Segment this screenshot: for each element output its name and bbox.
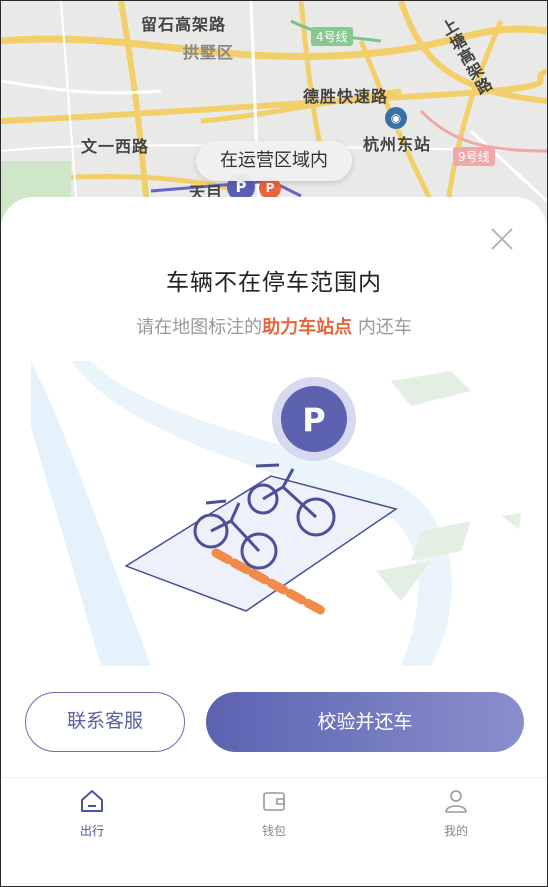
verify-return-button[interactable]: 校验并还车 bbox=[206, 692, 524, 752]
tab-travel[interactable]: 出行 bbox=[52, 788, 132, 839]
parking-illustration: P bbox=[31, 361, 521, 666]
tab-wallet[interactable]: 钱包 bbox=[234, 788, 314, 839]
map-metro-line4: 4号线 bbox=[311, 27, 353, 46]
tab-label-me: 我的 bbox=[443, 824, 468, 838]
user-icon bbox=[445, 790, 467, 813]
app-screen: 留石高架路 拱墅区 4号线 德胜快速路 上塘高架路 文一西路 ◉ 杭州东站 9号… bbox=[0, 0, 548, 887]
map-label-gongshu: 拱墅区 bbox=[183, 43, 235, 62]
sheet-title: 车辆不在停车范围内 bbox=[166, 270, 382, 296]
map-label-wenyi: 文一西路 bbox=[81, 137, 150, 156]
in-zone-badge: 在运营区域内 bbox=[196, 141, 352, 181]
map-label-desheng: 德胜快速路 bbox=[303, 87, 389, 106]
map-label-hangzhoudong: 杭州东站 bbox=[363, 135, 432, 154]
wallet-icon bbox=[263, 792, 285, 811]
sheet-subtitle: 请在地图标注的助力车站点 内还车 bbox=[1, 313, 547, 339]
subtitle-suffix: 内还车 bbox=[352, 317, 412, 338]
tab-label-travel: 出行 bbox=[79, 824, 104, 838]
tab-me[interactable]: 我的 bbox=[416, 788, 496, 839]
subtitle-prefix: 请在地图标注的 bbox=[136, 317, 263, 338]
map-metro-line9: 9号线 bbox=[453, 147, 495, 166]
home-icon bbox=[81, 790, 103, 812]
contact-support-button[interactable]: 联系客服 bbox=[25, 692, 185, 752]
metro-station-icon: ◉ bbox=[385, 107, 407, 129]
subtitle-highlight: 助力车站点 bbox=[262, 317, 353, 338]
tab-label-wallet: 钱包 bbox=[261, 824, 286, 838]
map-label-liushi: 留石高架路 bbox=[141, 15, 227, 34]
close-icon[interactable] bbox=[486, 223, 518, 255]
illustration-p-text: P bbox=[302, 401, 325, 439]
tab-bar: 出行 钱包 我的 bbox=[1, 777, 547, 886]
